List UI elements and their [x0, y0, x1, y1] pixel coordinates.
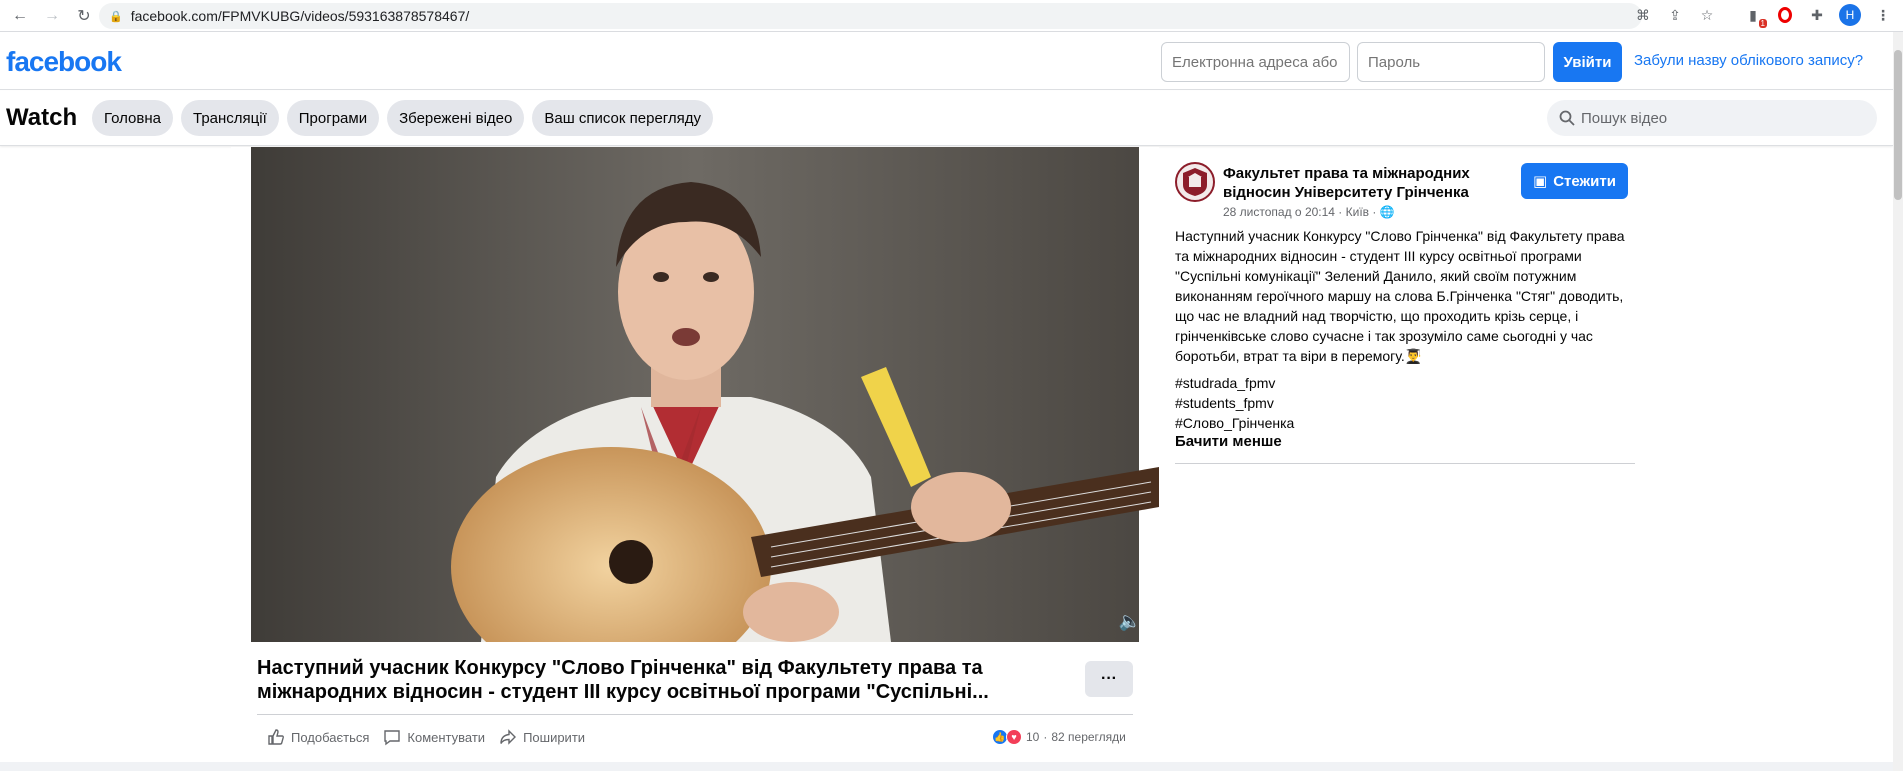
star-icon[interactable]: ☆	[1697, 5, 1717, 25]
divider	[1175, 463, 1635, 464]
tab-saved[interactable]: Збережені відео	[387, 100, 525, 136]
follow-icon: ▣	[1533, 173, 1548, 190]
page-name-link[interactable]: Факультет права та міжнародних відносин …	[1223, 164, 1493, 202]
hashtag-link[interactable]: #students_fpmv	[1175, 393, 1294, 413]
stats-separator: ·	[1043, 730, 1048, 744]
extensions-area: ⌘ ⇪ ☆ ▮ 1 ✚ H ⋮	[1633, 4, 1893, 28]
watch-tabs: Головна Трансляції Програми Збережені ві…	[92, 100, 714, 136]
page-avatar[interactable]	[1175, 162, 1215, 202]
like-button[interactable]: Подобається	[267, 728, 369, 746]
share-label: Поширити	[523, 729, 586, 745]
reload-icon[interactable]: ↻	[72, 4, 96, 28]
follow-button[interactable]: ▣ Стежити	[1521, 163, 1628, 199]
forward-icon[interactable]: →	[40, 4, 64, 28]
password-field[interactable]	[1357, 42, 1545, 82]
back-icon[interactable]: ←	[8, 4, 32, 28]
forgot-account-link[interactable]: Забули назву облікового запису?	[1634, 52, 1863, 69]
video-stats: 👍 ♥ 10 · 82 перегляди	[992, 729, 1126, 745]
browser-toolbar: ← → ↻ 🔒 facebook.com/FPMVKUBG/videos/593…	[0, 0, 1903, 32]
post-timestamp[interactable]: 28 листопад о 20:14 · Київ ·	[1223, 205, 1376, 219]
opera-icon[interactable]	[1775, 5, 1795, 25]
address-bar[interactable]: 🔒 facebook.com/FPMVKUBG/videos/593163878…	[99, 3, 1642, 29]
thumbs-up-icon	[268, 729, 284, 745]
facebook-header: facebook Увійти Забули назву облікового …	[0, 32, 1893, 90]
like-label: Подобається	[291, 729, 370, 745]
video-title: Наступний учасник Конкурсу "Слово Грінче…	[257, 657, 989, 703]
extension-badge: 1	[1758, 19, 1767, 28]
page-bottom	[0, 762, 1893, 771]
see-less-link[interactable]: Бачити менше	[1175, 433, 1282, 450]
video-actions: Подобається Коментувати Поширити	[267, 728, 587, 746]
watch-title: Watch	[6, 104, 78, 131]
url-text: facebook.com/FPMVKUBG/videos/59316387857…	[130, 8, 470, 24]
tab-live[interactable]: Трансляції	[181, 100, 279, 136]
comment-icon	[384, 730, 401, 746]
follow-label: Стежити	[1553, 172, 1616, 190]
tab-shows[interactable]: Програми	[286, 100, 380, 136]
views-count: 82 перегляди	[1051, 730, 1126, 744]
graduate-emoji-icon: 👨‍🎓	[1404, 348, 1423, 364]
share-icon[interactable]: ⇪	[1665, 5, 1685, 25]
video-player[interactable]: 🔈	[231, 147, 1159, 642]
profile-avatar[interactable]: H	[1839, 4, 1861, 26]
puzzle-icon[interactable]: ✚	[1807, 5, 1827, 25]
video-search-placeholder: Пошук відео	[1581, 109, 1668, 127]
post-meta: 28 листопад о 20:14 · Київ · 🌐	[1223, 205, 1395, 219]
hashtag-link[interactable]: #Слово_Грінченка	[1175, 413, 1294, 433]
hashtag-link[interactable]: #studrada_fpmv	[1175, 373, 1294, 393]
video-frame	[231, 147, 1159, 642]
more-options-button[interactable]: ···	[1085, 661, 1133, 697]
login-button[interactable]: Увійти	[1553, 42, 1622, 82]
share-arrow-icon	[500, 729, 517, 745]
divider	[257, 714, 1133, 715]
translate-icon[interactable]: ⌘	[1633, 5, 1653, 25]
post-text: Наступний учасник Конкурсу "Слово Грінче…	[1175, 226, 1635, 366]
volume-muted-icon[interactable]: 🔈	[1119, 611, 1141, 632]
email-field[interactable]	[1161, 42, 1350, 82]
globe-icon: 🌐	[1379, 205, 1395, 219]
reactions-count[interactable]: 10	[1026, 730, 1039, 744]
extension-icon[interactable]: ▮ 1	[1743, 5, 1767, 28]
university-logo-icon	[1183, 168, 1207, 196]
lock-icon: 🔒	[109, 10, 123, 23]
love-reaction-icon: ♥	[1006, 729, 1022, 745]
comment-button[interactable]: Коментувати	[383, 728, 485, 746]
hashtags: #studrada_fpmv #students_fpmv #Слово_Грі…	[1175, 373, 1294, 433]
tab-watchlist[interactable]: Ваш список перегляду	[532, 100, 714, 136]
menu-kebab-icon[interactable]: ⋮	[1873, 5, 1893, 25]
watch-navbar: Watch Головна Трансляції Програми Збереж…	[0, 91, 1893, 146]
video-search-input[interactable]: Пошук відео	[1547, 100, 1877, 136]
share-button[interactable]: Поширити	[499, 728, 585, 746]
comment-label: Коментувати	[407, 729, 486, 745]
facebook-logo[interactable]: facebook	[6, 46, 122, 78]
page-scrollbar[interactable]	[1893, 32, 1903, 771]
search-icon	[1559, 110, 1575, 126]
tab-home[interactable]: Головна	[92, 100, 173, 136]
post-body: Наступний учасник Конкурсу "Слово Грінче…	[1175, 228, 1625, 364]
